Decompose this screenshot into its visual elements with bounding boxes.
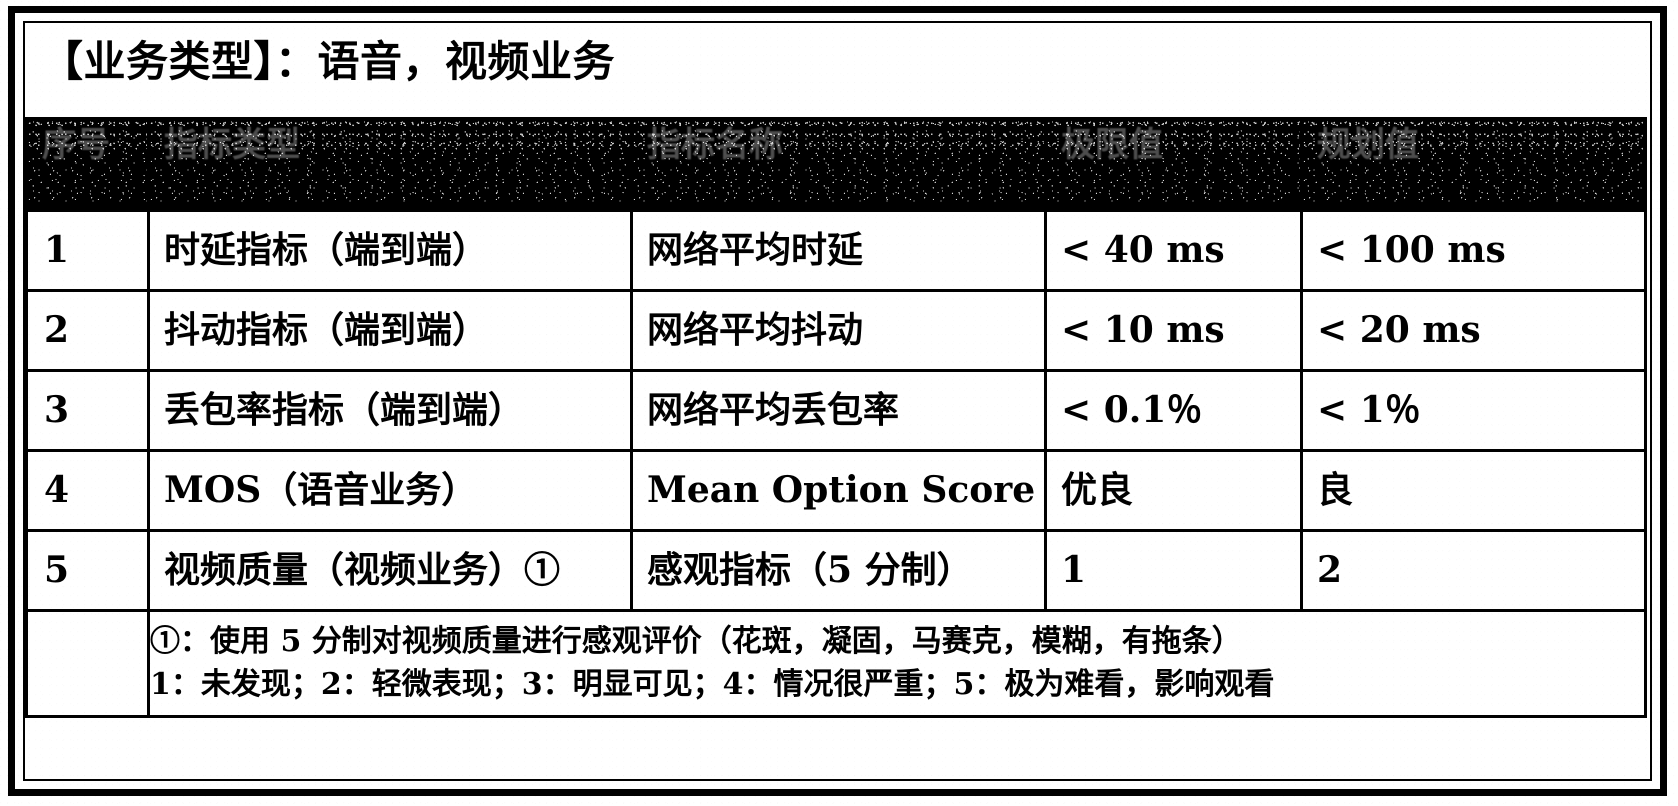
row-index: 3 <box>44 388 70 431</box>
metric-limit: < 0.1％ <box>1061 388 1203 431</box>
row-index: 5 <box>44 548 70 591</box>
metric-type: 视频质量（视频业务）① <box>164 548 561 591</box>
metric-type: 丢包率指标（端到端） <box>164 388 525 431</box>
metric-plan: < 20 ms <box>1317 308 1481 351</box>
metric-limit: < 10 ms <box>1061 308 1225 351</box>
table-footnote-row: ①：使用 5 分制对视频质量进行感观评价（花斑，凝固，马赛克，模糊，有拖条） 1… <box>25 609 1647 718</box>
cell-name: 网络平均时延 <box>630 209 1047 292</box>
column-header-plan-label: 规划值 <box>1317 125 1419 165</box>
cell-name: Mean Option Score <box>630 449 1047 532</box>
row-index: 1 <box>44 228 70 271</box>
page-title: 【业务类型】：语音，视频业务 <box>41 37 616 86</box>
column-header-limit-label: 极限值 <box>1061 125 1163 165</box>
table-header-row: 序号 指标类型 指标名称 极限值 规划值 <box>25 117 1647 212</box>
metric-name: 网络平均时延 <box>647 228 864 271</box>
cell-type: 时延指标（端到端） <box>147 209 633 292</box>
column-header-limit: 极限值 <box>1044 117 1303 212</box>
cell-type: 抖动指标（端到端） <box>147 289 633 372</box>
title-row: 【业务类型】：语音，视频业务 <box>25 23 1650 117</box>
footnote-line-1: ①：使用 5 分制对视频质量进行感观评价（花斑，凝固，马赛克，模糊，有拖条） <box>150 623 1242 659</box>
cell-type: 丢包率指标（端到端） <box>147 369 633 452</box>
cell-plan: 2 <box>1300 529 1647 612</box>
cell-plan: < 20 ms <box>1300 289 1647 372</box>
cell-no: 5 <box>25 529 150 612</box>
cell-limit: < 40 ms <box>1044 209 1303 292</box>
kpi-table: 序号 指标类型 指标名称 极限值 规划值 1 时延指标（端到端） 网络平均时延 … <box>25 117 1647 718</box>
cell-name: 感观指标（5 分制） <box>630 529 1047 612</box>
cell-name: 网络平均丢包率 <box>630 369 1047 452</box>
metric-type: MOS（语音业务） <box>164 468 478 511</box>
cell-limit: 优良 <box>1044 449 1303 532</box>
metric-plan: < 1％ <box>1317 388 1421 431</box>
cell-name: 网络平均抖动 <box>630 289 1047 372</box>
metric-type: 抖动指标（端到端） <box>164 308 489 351</box>
column-header-name-label: 指标名称 <box>647 125 783 165</box>
footnote-cell: ①：使用 5 分制对视频质量进行感观评价（花斑，凝固，马赛克，模糊，有拖条） 1… <box>147 609 1647 718</box>
scanned-page: 【业务类型】：语音，视频业务 序号 指标类型 指标名称 极限值 规划值 1 时延… <box>0 0 1678 806</box>
footnote-line-2: 1：未发现；2：轻微表现；3：明显可见；4：情况很严重；5：极为难看，影响观看 <box>150 666 1275 702</box>
column-header-type: 指标类型 <box>147 117 633 212</box>
metric-plan: 2 <box>1317 548 1343 591</box>
column-header-no: 序号 <box>25 117 150 212</box>
metric-plan: < 100 ms <box>1317 228 1506 271</box>
metric-limit: 1 <box>1061 548 1087 591</box>
cell-limit: 1 <box>1044 529 1303 612</box>
metric-name: Mean Option Score <box>647 468 1036 511</box>
cell-no: 2 <box>25 289 150 372</box>
cell-type: 视频质量（视频业务）① <box>147 529 633 612</box>
cell-plan: < 100 ms <box>1300 209 1647 292</box>
metric-name: 感观指标（5 分制） <box>647 548 973 591</box>
table-row: 2 抖动指标（端到端） 网络平均抖动 < 10 ms < 20 ms <box>25 289 1647 372</box>
cell-no: 3 <box>25 369 150 452</box>
cell-no-empty <box>25 609 150 718</box>
column-header-no-label: 序号 <box>42 125 110 165</box>
table-row: 1 时延指标（端到端） 网络平均时延 < 40 ms < 100 ms <box>25 209 1647 292</box>
cell-limit: < 10 ms <box>1044 289 1303 372</box>
table-row: 4 MOS（语音业务） Mean Option Score 优良 良 <box>25 449 1647 532</box>
page-border-outer: 【业务类型】：语音，视频业务 序号 指标类型 指标名称 极限值 规划值 1 时延… <box>8 6 1667 796</box>
cell-plan: 良 <box>1300 449 1647 532</box>
metric-plan: 良 <box>1317 468 1354 511</box>
cell-limit: < 0.1％ <box>1044 369 1303 452</box>
column-header-type-label: 指标类型 <box>164 125 300 165</box>
table-row: 5 视频质量（视频业务）① 感观指标（5 分制） 1 2 <box>25 529 1647 612</box>
page-border-inner: 【业务类型】：语音，视频业务 序号 指标类型 指标名称 极限值 规划值 1 时延… <box>23 21 1652 781</box>
column-header-name: 指标名称 <box>630 117 1047 212</box>
metric-name: 网络平均丢包率 <box>647 388 900 431</box>
metric-limit: < 40 ms <box>1061 228 1225 271</box>
column-header-plan: 规划值 <box>1300 117 1647 212</box>
cell-plan: < 1％ <box>1300 369 1647 452</box>
row-index: 4 <box>44 468 70 511</box>
metric-limit: 优良 <box>1061 468 1134 511</box>
metric-name: 网络平均抖动 <box>647 308 864 351</box>
table-row: 3 丢包率指标（端到端） 网络平均丢包率 < 0.1％ < 1％ <box>25 369 1647 452</box>
cell-no: 4 <box>25 449 150 532</box>
cell-no: 1 <box>25 209 150 292</box>
metric-type: 时延指标（端到端） <box>164 228 489 271</box>
row-index: 2 <box>44 308 70 351</box>
sheet-content: 【业务类型】：语音，视频业务 序号 指标类型 指标名称 极限值 规划值 1 时延… <box>25 23 1650 779</box>
cell-type: MOS（语音业务） <box>147 449 633 532</box>
